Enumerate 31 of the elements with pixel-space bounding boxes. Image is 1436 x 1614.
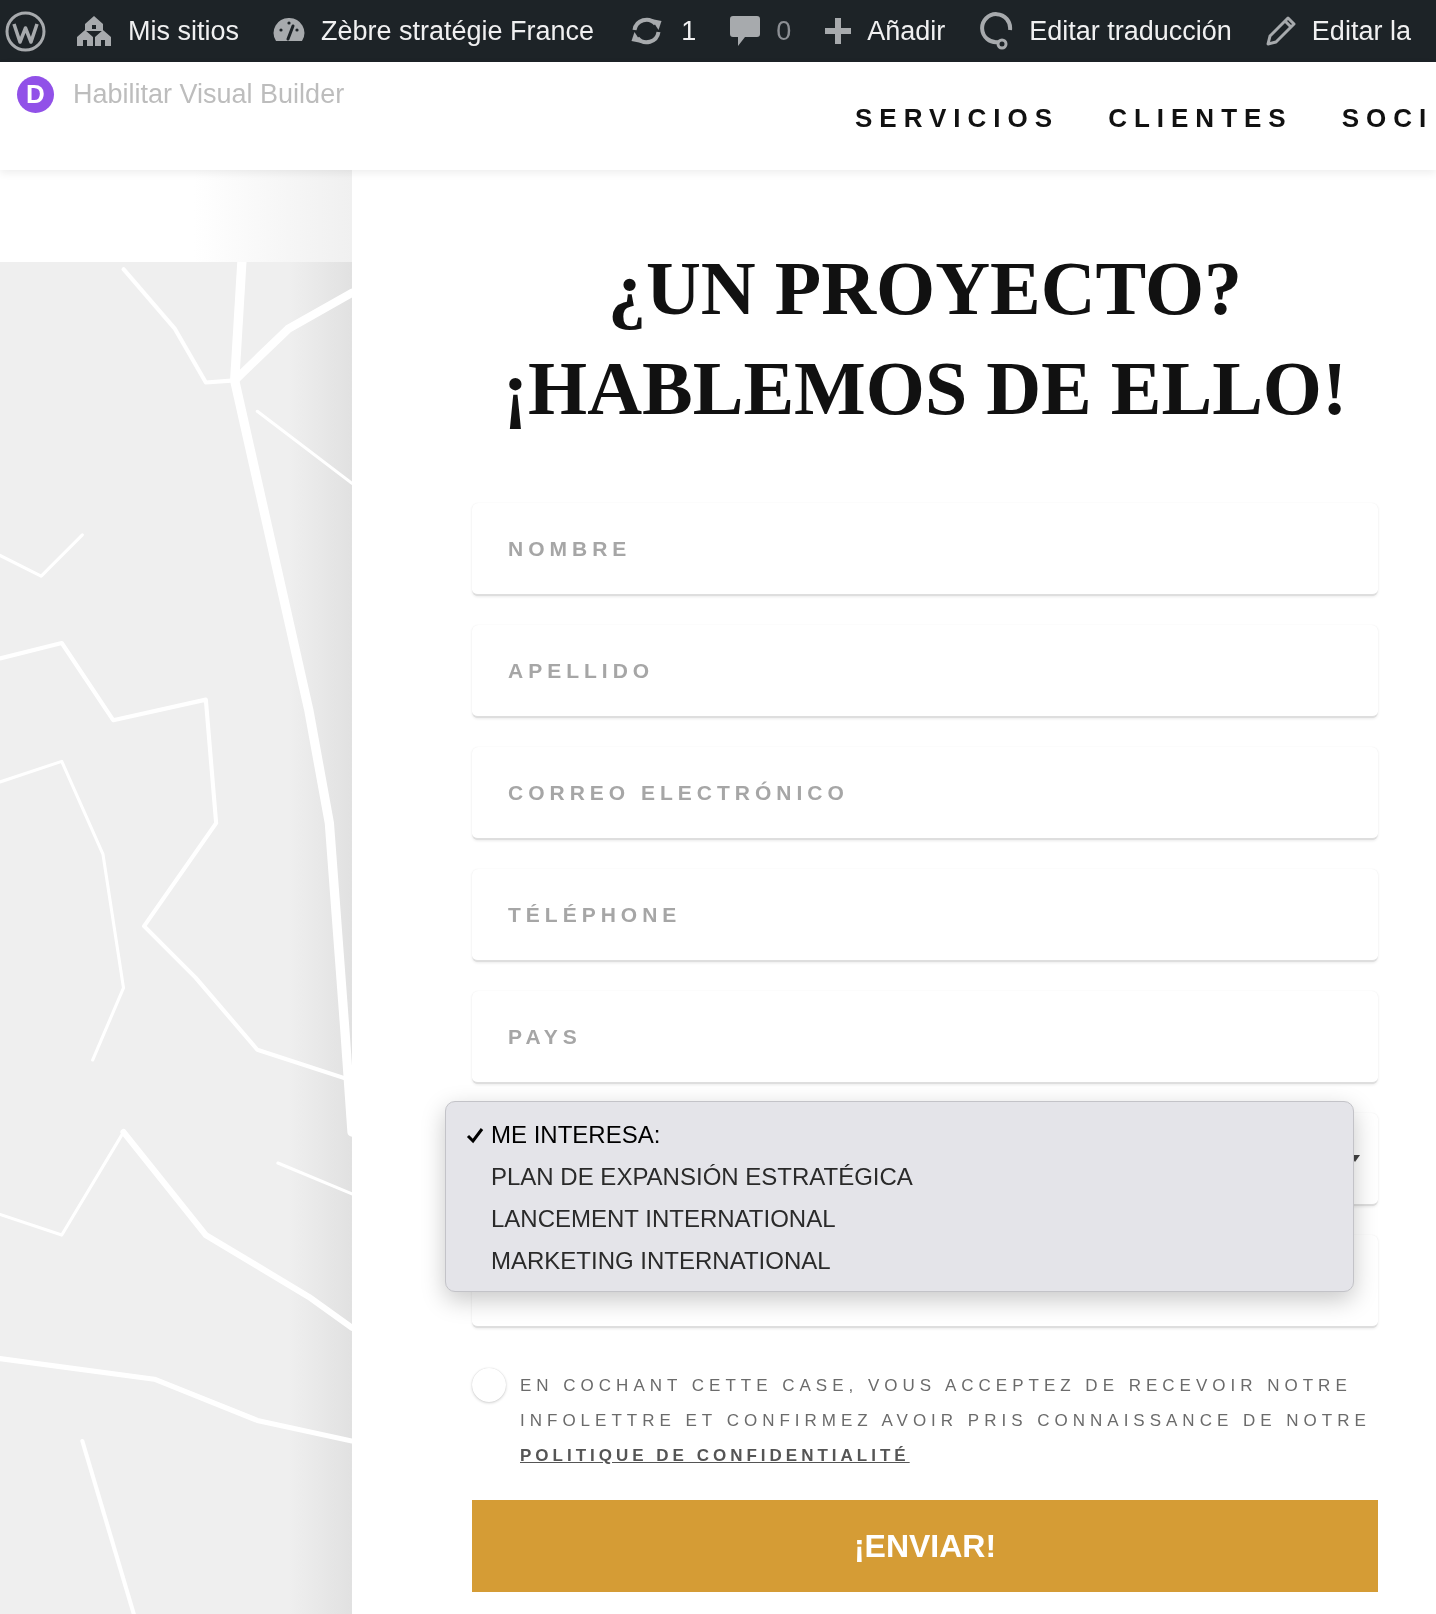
- comment-icon: [730, 15, 761, 47]
- menu-option[interactable]: ME INTERESA:: [446, 1114, 1353, 1156]
- loop-icon: [979, 12, 1014, 50]
- comments-link[interactable]: 0: [713, 0, 809, 62]
- form-heading: ¿UN PROYECTO? ¡HABLEMOS DE ELLO!: [501, 245, 1349, 432]
- menu-option[interactable]: LANCEMENT INTERNATIONAL: [446, 1198, 1353, 1240]
- sites-link[interactable]: Mis sitios: [59, 0, 256, 62]
- menu-option[interactable]: PLAN DE EXPANSIÓN ESTRATÉGICA: [446, 1156, 1353, 1198]
- pencil-icon: [1265, 16, 1296, 46]
- input-field[interactable]: NOMBRE: [472, 503, 1378, 596]
- nav-link[interactable]: SERVICIOS: [855, 102, 1060, 134]
- nav-link[interactable]: SOCI: [1341, 102, 1434, 134]
- edit-link[interactable]: Editar la: [1248, 0, 1428, 62]
- input-field[interactable]: PAYS: [472, 991, 1378, 1084]
- consent-text: EN COCHANT CETTE CASE, VOUS ACCEPTEZ DE RECEVOIR NOTRE INFOLETTRE ET CONFIRMEZ AVOIR PRIS CONNAISSANCE DE NOTRE POLITIQUE DE CONFIDENTIALITÉ: [520, 1375, 1372, 1467]
- privacy-policy-link[interactable]: POLITIQUE DE CONFIDENTIALITÉ: [520, 1446, 910, 1465]
- houses-icon: [76, 15, 112, 47]
- logo-icon[interactable]: [5, 10, 46, 52]
- dashboard-link[interactable]: Zèbre stratégie France: [256, 0, 612, 62]
- input-field[interactable]: APELLIDO: [472, 625, 1378, 718]
- input-field[interactable]: TÉLÉPHONE: [472, 869, 1378, 962]
- input-field[interactable]: CORREO ELECTRÓNICO: [472, 747, 1378, 840]
- nav-link[interactable]: CLIENTES: [1108, 102, 1293, 134]
- menu-option[interactable]: MARKETING INTERNATIONAL: [446, 1240, 1353, 1282]
- checkbox[interactable]: [472, 1368, 506, 1402]
- plus-icon: [825, 18, 852, 44]
- updates-link[interactable]: 1: [611, 0, 714, 62]
- check-icon: [466, 1126, 484, 1144]
- translate-link[interactable]: Editar traducción: [962, 0, 1249, 62]
- new-link[interactable]: Añadir: [808, 0, 963, 62]
- builder-logo: D: [17, 76, 54, 113]
